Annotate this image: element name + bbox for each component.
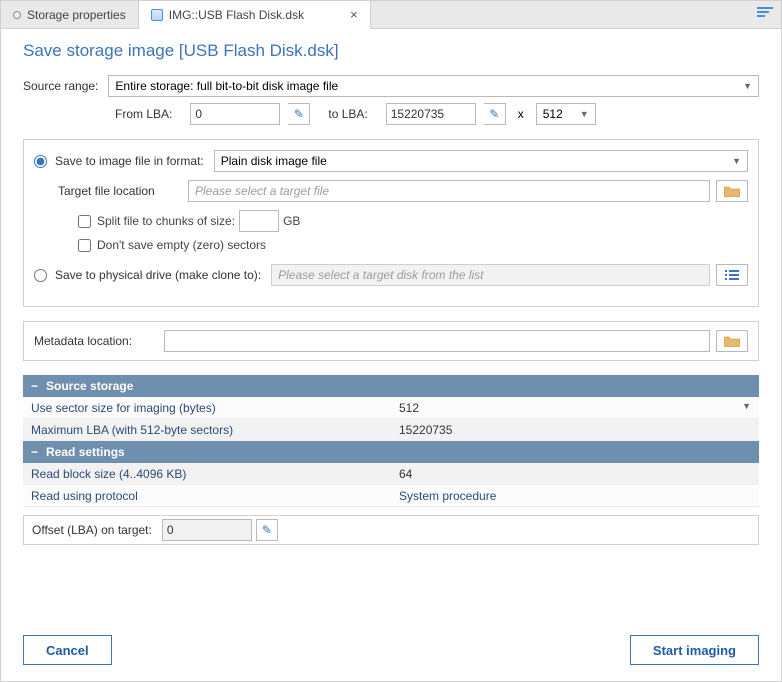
chunk-size-input xyxy=(239,210,279,232)
save-to-physical-radio[interactable] xyxy=(34,269,47,282)
bullet-icon xyxy=(13,11,21,19)
metadata-panel: Metadata location: xyxy=(23,321,759,361)
list-icon xyxy=(725,269,739,281)
protocol-row[interactable]: Read using protocol System procedure xyxy=(23,485,759,507)
chevron-down-icon: ▼ xyxy=(743,81,752,91)
collapse-icon: − xyxy=(31,379,38,393)
save-to-image-label: Save to image file in format: xyxy=(55,154,204,168)
offset-label: Offset (LBA) on target: xyxy=(32,523,152,537)
offset-input xyxy=(162,519,252,541)
source-range-select[interactable]: Entire storage: full bit-to-bit disk ima… xyxy=(108,75,759,97)
menu-icon[interactable] xyxy=(757,7,773,21)
image-format-select[interactable]: Plain disk image file ▼ xyxy=(214,150,748,172)
edit-from-lba[interactable]: ✎ xyxy=(288,103,310,125)
sector-size-row[interactable]: Use sector size for imaging (bytes) 512▼ xyxy=(23,397,759,419)
app-window: Storage properties IMG::USB Flash Disk.d… xyxy=(0,0,782,682)
save-to-image-row: Save to image file in format: Plain disk… xyxy=(34,150,748,172)
source-range-value: Entire storage: full bit-to-bit disk ima… xyxy=(115,79,338,93)
multiply-label: x xyxy=(518,107,524,121)
metadata-row: Metadata location: xyxy=(34,330,748,352)
lba-row: From LBA: ✎ to LBA: ✎ x 512 ▼ xyxy=(115,103,759,125)
physical-drive-select: Please select a target disk from the lis… xyxy=(271,264,710,286)
setting-label: Read block size (4..4096 KB) xyxy=(23,467,391,481)
to-lba-input[interactable] xyxy=(386,103,476,125)
to-lba-label: to LBA: xyxy=(328,107,367,121)
target-file-input[interactable]: Please select a target file xyxy=(188,180,710,202)
chevron-down-icon: ▼ xyxy=(742,401,751,411)
settings-grid: − Source storage Use sector size for ima… xyxy=(23,375,759,507)
footer: Cancel Start imaging xyxy=(23,619,759,665)
disk-icon xyxy=(151,9,163,21)
folder-icon xyxy=(724,185,740,197)
browse-target-button[interactable] xyxy=(716,180,748,202)
edit-to-lba[interactable]: ✎ xyxy=(484,103,506,125)
target-file-label: Target file location xyxy=(58,184,178,198)
close-icon[interactable]: × xyxy=(350,7,358,22)
sector-size-value: 512 xyxy=(543,107,563,121)
folder-icon xyxy=(724,335,740,347)
max-lba-row: Maximum LBA (with 512-byte sectors) 1522… xyxy=(23,419,759,441)
target-file-placeholder: Please select a target file xyxy=(195,184,329,198)
collapse-icon: − xyxy=(31,445,38,459)
split-file-row: Split file to chunks of size: GB xyxy=(78,210,748,232)
setting-value: 512▼ xyxy=(391,401,759,415)
save-to-physical-label: Save to physical drive (make clone to): xyxy=(55,268,261,282)
content-area: Save storage image [USB Flash Disk.dsk] … xyxy=(1,29,781,681)
chunk-unit: GB xyxy=(283,214,300,228)
target-file-row: Target file location Please select a tar… xyxy=(58,180,748,202)
tab-bar: Storage properties IMG::USB Flash Disk.d… xyxy=(1,1,781,29)
metadata-label: Metadata location: xyxy=(34,334,154,348)
edit-offset[interactable]: ✎ xyxy=(256,519,278,541)
split-file-checkbox[interactable] xyxy=(78,215,91,228)
tab-storage-properties[interactable]: Storage properties xyxy=(1,1,139,28)
offset-row: Offset (LBA) on target: ✎ xyxy=(23,515,759,545)
image-format-value: Plain disk image file xyxy=(221,154,327,168)
setting-value: 15220735 xyxy=(391,423,759,437)
tab-label: Storage properties xyxy=(27,8,126,22)
save-to-physical-row: Save to physical drive (make clone to): … xyxy=(34,264,748,286)
from-lba-input[interactable] xyxy=(190,103,280,125)
setting-label: Read using protocol xyxy=(23,489,391,503)
list-drives-button[interactable] xyxy=(716,264,748,286)
section-title: Read settings xyxy=(46,445,125,459)
setting-value: System procedure xyxy=(391,489,759,503)
save-to-image-radio[interactable] xyxy=(34,155,47,168)
page-title: Save storage image [USB Flash Disk.dsk] xyxy=(23,41,759,61)
cancel-button[interactable]: Cancel xyxy=(23,635,112,665)
setting-label: Maximum LBA (with 512-byte sectors) xyxy=(23,423,391,437)
tab-active-image[interactable]: IMG::USB Flash Disk.dsk × xyxy=(139,1,371,29)
from-lba-label: From LBA: xyxy=(115,107,172,121)
metadata-input[interactable] xyxy=(164,330,710,352)
browse-metadata-button[interactable] xyxy=(716,330,748,352)
zero-sectors-row: Don't save empty (zero) sectors xyxy=(78,238,748,252)
setting-label: Use sector size for imaging (bytes) xyxy=(23,401,391,415)
split-file-label: Split file to chunks of size: xyxy=(97,214,235,228)
zero-sectors-checkbox[interactable] xyxy=(78,239,91,252)
source-range-row: Source range: Entire storage: full bit-t… xyxy=(23,75,759,97)
chevron-down-icon: ▼ xyxy=(580,109,589,119)
setting-value: 64 xyxy=(391,467,759,481)
zero-sectors-label: Don't save empty (zero) sectors xyxy=(97,238,266,252)
save-destination-panel: Save to image file in format: Plain disk… xyxy=(23,139,759,307)
start-imaging-button[interactable]: Start imaging xyxy=(630,635,759,665)
source-storage-header[interactable]: − Source storage xyxy=(23,375,759,397)
section-title: Source storage xyxy=(46,379,133,393)
physical-drive-placeholder: Please select a target disk from the lis… xyxy=(278,268,483,282)
source-range-label: Source range: xyxy=(23,79,98,93)
sector-size-select[interactable]: 512 ▼ xyxy=(536,103,596,125)
read-settings-header[interactable]: − Read settings xyxy=(23,441,759,463)
chevron-down-icon: ▼ xyxy=(732,156,741,166)
block-size-row[interactable]: Read block size (4..4096 KB) 64 xyxy=(23,463,759,485)
tab-label: IMG::USB Flash Disk.dsk xyxy=(169,8,304,22)
